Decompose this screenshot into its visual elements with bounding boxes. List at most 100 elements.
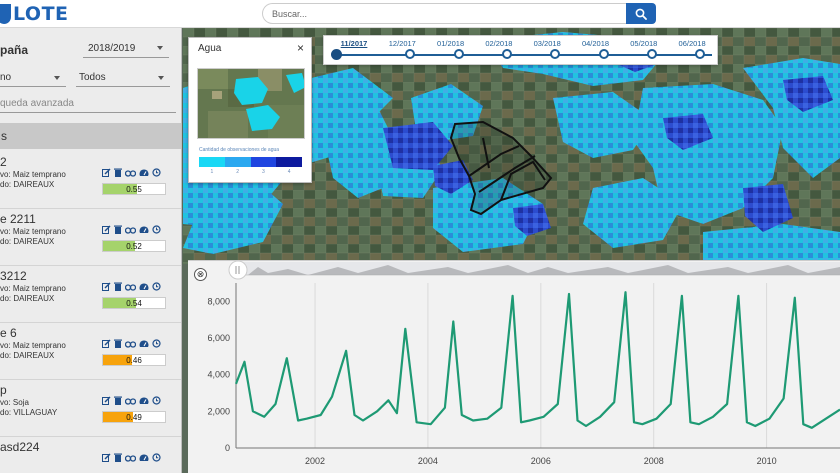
timeline-node[interactable] <box>453 49 464 59</box>
lot-index-bar: 0.49 <box>102 411 166 423</box>
timeline-node[interactable] <box>598 49 609 59</box>
lot-card[interactable]: p vo: Soja do: VILLAGUAY 0.49 <box>0 380 181 437</box>
campaign-select[interactable]: 2018/2019 <box>83 40 169 58</box>
edit-icon[interactable] <box>102 168 111 177</box>
binoculars-icon[interactable] <box>125 396 136 405</box>
lots-list-header: s <box>0 123 181 149</box>
timeline-node[interactable] <box>646 49 657 59</box>
lot-index-value: 0.55 <box>126 185 142 194</box>
gauge-icon[interactable] <box>139 282 149 291</box>
trash-icon[interactable] <box>114 396 122 405</box>
y-tick-label: 6,000 <box>207 333 230 343</box>
lot-name: asd224 <box>0 440 40 454</box>
history-icon[interactable] <box>152 168 161 177</box>
binoculars-icon[interactable] <box>125 225 136 234</box>
gauge-icon[interactable] <box>139 396 149 405</box>
advanced-search-input[interactable]: queda avanzada <box>0 96 176 113</box>
lot-card[interactable]: 2 vo: Maiz temprano do: DAIREAUX 0.55 <box>0 152 181 209</box>
lot-card[interactable]: 3212 vo: Maiz temprano do: DAIREAUX 0.54 <box>0 266 181 323</box>
gauge-icon[interactable] <box>139 168 149 177</box>
lot-index-value: 0.49 <box>126 413 142 422</box>
trash-icon[interactable] <box>114 453 122 462</box>
x-tick-label: 2004 <box>418 456 438 466</box>
lot-name: p <box>0 383 7 397</box>
x-tick-label: 2008 <box>644 456 664 466</box>
timeline-date-label[interactable]: 11/2017 <box>341 39 368 48</box>
range-handle[interactable] <box>228 261 248 280</box>
water-layer-panel: Agua × Cantidad de observaciones de agua… <box>188 37 312 183</box>
edit-icon[interactable] <box>102 453 111 462</box>
lot-name: e 6 <box>0 326 17 340</box>
thumbnail-image <box>198 69 304 138</box>
location-pin-icon <box>0 4 11 24</box>
history-icon[interactable] <box>152 339 161 348</box>
edit-icon[interactable] <box>102 225 111 234</box>
lot-actions <box>102 282 161 291</box>
history-icon[interactable] <box>152 453 161 462</box>
close-chart-button[interactable]: ⊗ <box>194 268 207 281</box>
lot-location: do: DAIREAUX <box>0 294 55 303</box>
lot-actions <box>102 453 161 462</box>
lot-actions <box>102 225 161 234</box>
y-tick-label: 0 <box>225 443 230 453</box>
trash-icon[interactable] <box>114 339 122 348</box>
water-time-series-chart[interactable]: 200220042006200820102012201420102,0004,0… <box>188 261 840 473</box>
x-tick-label: 2002 <box>305 456 325 466</box>
timeline-date-label[interactable]: 02/2018 <box>485 39 512 48</box>
timeline-date-label[interactable]: 05/2018 <box>630 39 657 48</box>
binoculars-icon[interactable] <box>125 168 136 177</box>
trash-icon[interactable] <box>114 225 122 234</box>
timeline-node[interactable] <box>501 49 512 59</box>
lot-card[interactable]: e 6 vo: Maiz temprano do: DAIREAUX 0.46 <box>0 323 181 380</box>
timeline-date-label[interactable]: 01/2018 <box>437 39 464 48</box>
lot-index-value: 0.54 <box>126 299 142 308</box>
timeline-node[interactable] <box>405 49 416 59</box>
timeline-cursor[interactable] <box>331 49 342 60</box>
lot-index-bar: 0.46 <box>102 354 166 366</box>
campaign-label: paña <box>0 43 29 57</box>
filter-select-b[interactable]: Todos <box>76 70 170 87</box>
lot-card[interactable]: e 2211 vo: Maiz temprano do: DAIREAUX 0.52 <box>0 209 181 266</box>
history-icon[interactable] <box>152 396 161 405</box>
lot-index-bar: 0.54 <box>102 297 166 309</box>
app-logo[interactable]: LOTE <box>0 0 69 28</box>
binoculars-icon[interactable] <box>125 339 136 348</box>
gauge-icon[interactable] <box>139 339 149 348</box>
edit-icon[interactable] <box>102 339 111 348</box>
lot-location: do: DAIREAUX <box>0 180 55 189</box>
binoculars-icon[interactable] <box>125 453 136 462</box>
lot-index-value: 0.46 <box>126 356 142 365</box>
gauge-icon[interactable] <box>139 453 149 462</box>
close-icon[interactable]: × <box>297 41 304 55</box>
search-input[interactable] <box>262 3 626 24</box>
timeline-date-label[interactable]: 06/2018 <box>679 39 706 48</box>
trash-icon[interactable] <box>114 282 122 291</box>
edit-icon[interactable] <box>102 396 111 405</box>
history-icon[interactable] <box>152 225 161 234</box>
y-tick-label: 8,000 <box>207 296 230 306</box>
timeline-date-label[interactable]: 04/2018 <box>582 39 609 48</box>
water-layer-thumbnail[interactable] <box>197 68 305 139</box>
lot-card[interactable]: asd224 <box>0 437 181 473</box>
lot-location: do: VILLAGUAY <box>0 408 58 417</box>
search-bar <box>262 3 656 24</box>
timeline-date-label[interactable]: 03/2018 <box>534 39 561 48</box>
panel-title: Agua <box>198 43 222 54</box>
timeline-node[interactable] <box>695 49 706 59</box>
logo-text: LOTE <box>13 3 69 25</box>
history-icon[interactable] <box>152 282 161 291</box>
trash-icon[interactable] <box>114 168 122 177</box>
binoculars-icon[interactable] <box>125 282 136 291</box>
filter-select-a[interactable]: no <box>0 70 66 87</box>
search-button[interactable] <box>626 3 656 24</box>
scale-swatch <box>199 157 225 167</box>
gauge-icon[interactable] <box>139 225 149 234</box>
time-series-panel: ⊗ 200220042006200820102012201420102,0004… <box>188 260 840 473</box>
timeline-node[interactable] <box>550 49 561 59</box>
edit-icon[interactable] <box>102 282 111 291</box>
timeline-date-label[interactable]: 12/2017 <box>389 39 416 48</box>
chevron-down-icon <box>158 76 164 80</box>
water-scale-labels: 1 2 3 4 <box>199 169 302 175</box>
top-bar: LOTE <box>0 0 840 28</box>
chevron-down-icon <box>157 46 163 50</box>
